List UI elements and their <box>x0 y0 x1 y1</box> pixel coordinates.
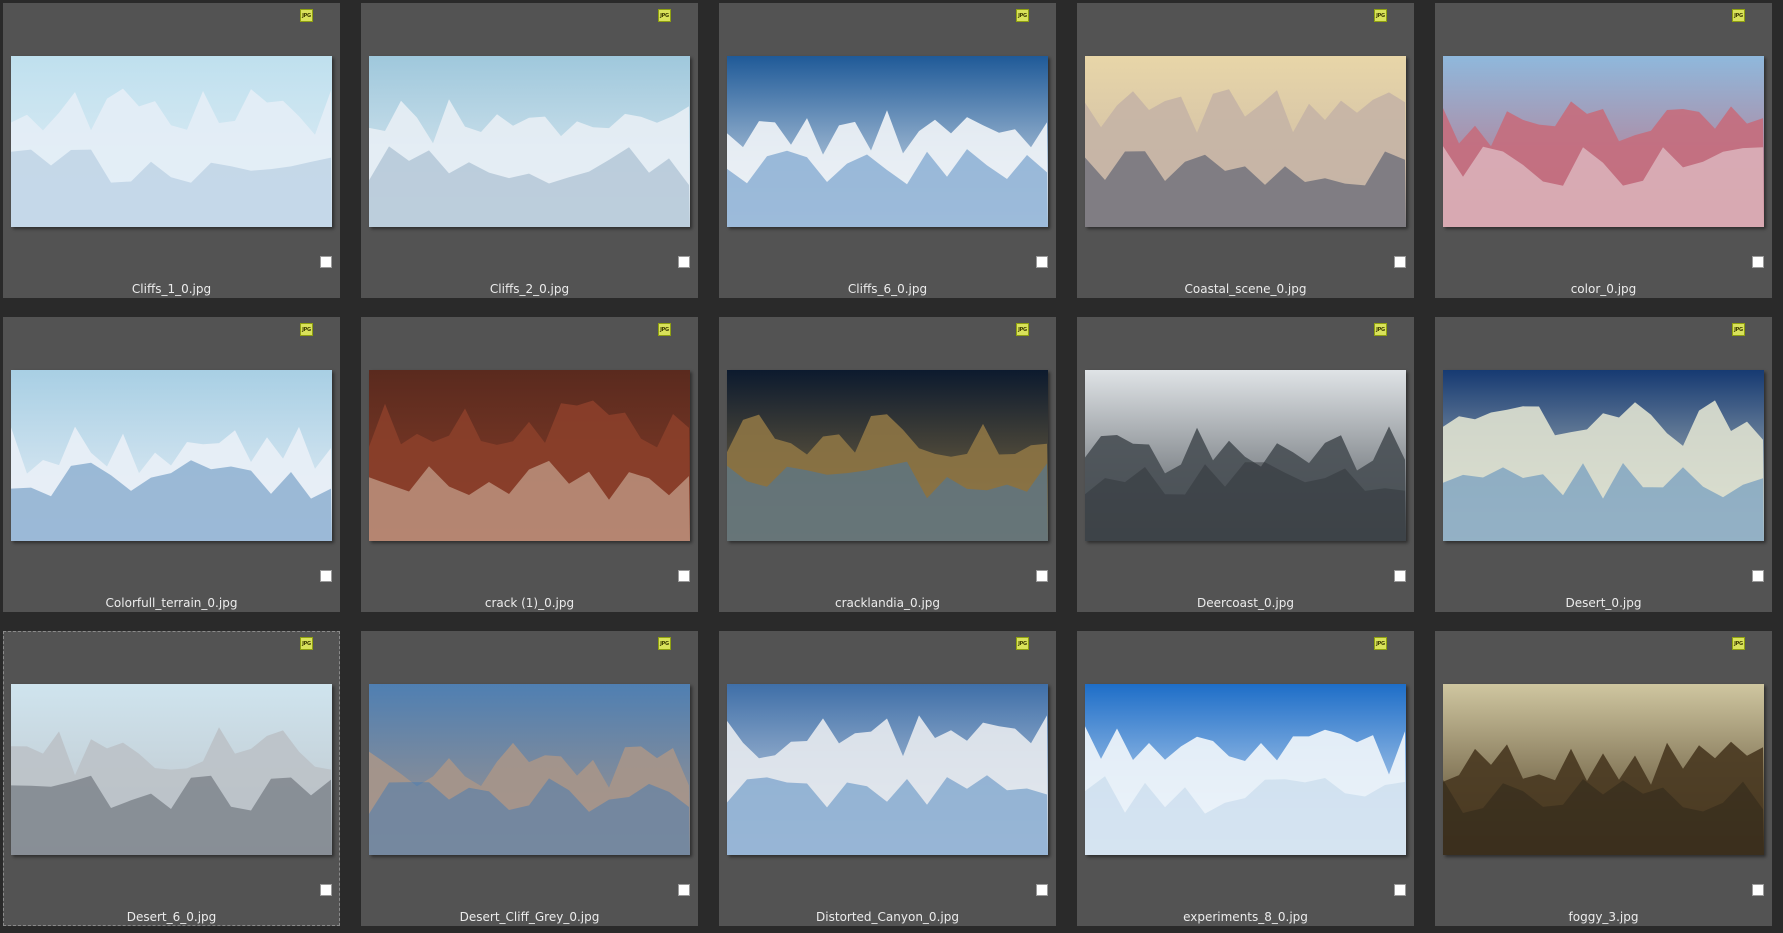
thumbnail-preview[interactable] <box>727 56 1048 227</box>
file-type-icon: JPG <box>1732 637 1745 650</box>
file-type-icon: JPG <box>658 323 671 336</box>
file-type-icon: JPG <box>1732 323 1745 336</box>
thumbnail-tile[interactable]: JPG Distorted_Canyon_0.jpg <box>719 631 1056 926</box>
thumbnail-image <box>369 56 690 227</box>
file-type-icon: JPG <box>658 637 671 650</box>
thumbnail-preview[interactable] <box>727 684 1048 855</box>
thumbnail-image <box>1443 684 1764 855</box>
thumbnail-tile[interactable]: JPG Cliffs_6_0.jpg <box>719 3 1056 298</box>
file-type-icon: JPG <box>300 9 313 22</box>
file-name-label: Cliffs_1_0.jpg <box>131 282 212 296</box>
thumbnail-preview[interactable] <box>1443 56 1764 227</box>
thumbnail-tile[interactable]: JPG foggy_3.jpg <box>1435 631 1772 926</box>
thumbnail-image <box>727 56 1048 227</box>
file-type-icon: JPG <box>1374 637 1387 650</box>
file-name-label: crack (1)_0.jpg <box>484 596 575 610</box>
thumbnail-tile[interactable]: JPG Cliffs_1_0.jpg <box>3 3 340 298</box>
file-name-label: Cliffs_6_0.jpg <box>847 282 928 296</box>
thumbnail-preview[interactable] <box>1085 684 1406 855</box>
select-checkbox[interactable] <box>1036 570 1048 582</box>
thumbnail-tile[interactable]: JPG cracklandia_0.jpg <box>719 317 1056 612</box>
thumbnail-tile[interactable]: JPG crack (1)_0.jpg <box>361 317 698 612</box>
select-checkbox[interactable] <box>1394 256 1406 268</box>
thumbnail-image <box>369 684 690 855</box>
file-name-label: Deercoast_0.jpg <box>1197 596 1294 610</box>
thumbnail-image <box>1085 56 1406 227</box>
file-name-label: Distorted_Canyon_0.jpg <box>816 910 959 924</box>
thumbnail-tile[interactable]: JPG Cliffs_2_0.jpg <box>361 3 698 298</box>
select-checkbox[interactable] <box>1752 570 1764 582</box>
thumbnail-tile[interactable]: JPG color_0.jpg <box>1435 3 1772 298</box>
thumbnail-image <box>11 684 332 855</box>
file-name-label: Desert_Cliff_Grey_0.jpg <box>459 910 600 924</box>
select-checkbox[interactable] <box>678 256 690 268</box>
select-checkbox[interactable] <box>320 570 332 582</box>
thumbnail-tile[interactable]: JPG Desert_Cliff_Grey_0.jpg <box>361 631 698 926</box>
file-name-label: Cliffs_2_0.jpg <box>489 282 570 296</box>
thumbnail-grid: JPG Cliffs_1_0.jpg JPG Cliffs_2_0.jpg JPG Cli… <box>0 0 1783 933</box>
file-type-icon: JPG <box>1016 637 1029 650</box>
thumbnail-image <box>727 684 1048 855</box>
thumbnail-image <box>11 56 332 227</box>
thumbnail-preview[interactable] <box>11 370 332 541</box>
file-type-icon: JPG <box>300 323 313 336</box>
thumbnail-tile[interactable]: JPG Deercoast_0.jpg <box>1077 317 1414 612</box>
thumbnail-preview[interactable] <box>1443 370 1764 541</box>
file-type-icon: JPG <box>1016 323 1029 336</box>
thumbnail-preview[interactable] <box>369 684 690 855</box>
file-type-icon: JPG <box>300 637 313 650</box>
select-checkbox[interactable] <box>1394 570 1406 582</box>
thumbnail-image <box>369 370 690 541</box>
file-name-label: Colorfull_terrain_0.jpg <box>105 596 238 610</box>
thumbnail-tile[interactable]: JPG Colorfull_terrain_0.jpg <box>3 317 340 612</box>
file-name-label: color_0.jpg <box>1570 282 1637 296</box>
thumbnail-tile[interactable]: JPG Desert_0.jpg <box>1435 317 1772 612</box>
select-checkbox[interactable] <box>1752 884 1764 896</box>
select-checkbox[interactable] <box>320 884 332 896</box>
file-type-icon: JPG <box>1732 9 1745 22</box>
thumbnail-preview[interactable] <box>727 370 1048 541</box>
file-type-icon: JPG <box>658 9 671 22</box>
thumbnail-tile[interactable]: JPG Coastal_scene_0.jpg <box>1077 3 1414 298</box>
thumbnail-tile[interactable]: JPG experiments_8_0.jpg <box>1077 631 1414 926</box>
select-checkbox[interactable] <box>1036 256 1048 268</box>
select-checkbox[interactable] <box>1394 884 1406 896</box>
thumbnail-image <box>1085 370 1406 541</box>
file-name-label: Coastal_scene_0.jpg <box>1184 282 1307 296</box>
thumbnail-preview[interactable] <box>369 56 690 227</box>
select-checkbox[interactable] <box>678 570 690 582</box>
select-checkbox[interactable] <box>1752 256 1764 268</box>
file-name-label: foggy_3.jpg <box>1568 910 1639 924</box>
thumbnail-image <box>1085 684 1406 855</box>
file-type-icon: JPG <box>1374 9 1387 22</box>
thumbnail-preview[interactable] <box>1085 56 1406 227</box>
thumbnail-image <box>11 370 332 541</box>
thumbnail-preview[interactable] <box>11 684 332 855</box>
thumbnail-image <box>727 370 1048 541</box>
thumbnail-image <box>1443 56 1764 227</box>
select-checkbox[interactable] <box>678 884 690 896</box>
thumbnail-preview[interactable] <box>1085 370 1406 541</box>
file-name-label: Desert_6_0.jpg <box>126 910 217 924</box>
select-checkbox[interactable] <box>1036 884 1048 896</box>
thumbnail-preview[interactable] <box>369 370 690 541</box>
thumbnail-preview[interactable] <box>11 56 332 227</box>
file-type-icon: JPG <box>1016 9 1029 22</box>
select-checkbox[interactable] <box>320 256 332 268</box>
file-name-label: experiments_8_0.jpg <box>1183 910 1308 924</box>
thumbnail-preview[interactable] <box>1443 684 1764 855</box>
file-name-label: cracklandia_0.jpg <box>834 596 941 610</box>
thumbnail-tile[interactable]: JPG Desert_6_0.jpg <box>3 631 340 926</box>
file-type-icon: JPG <box>1374 323 1387 336</box>
thumbnail-image <box>1443 370 1764 541</box>
file-name-label: Desert_0.jpg <box>1565 596 1642 610</box>
